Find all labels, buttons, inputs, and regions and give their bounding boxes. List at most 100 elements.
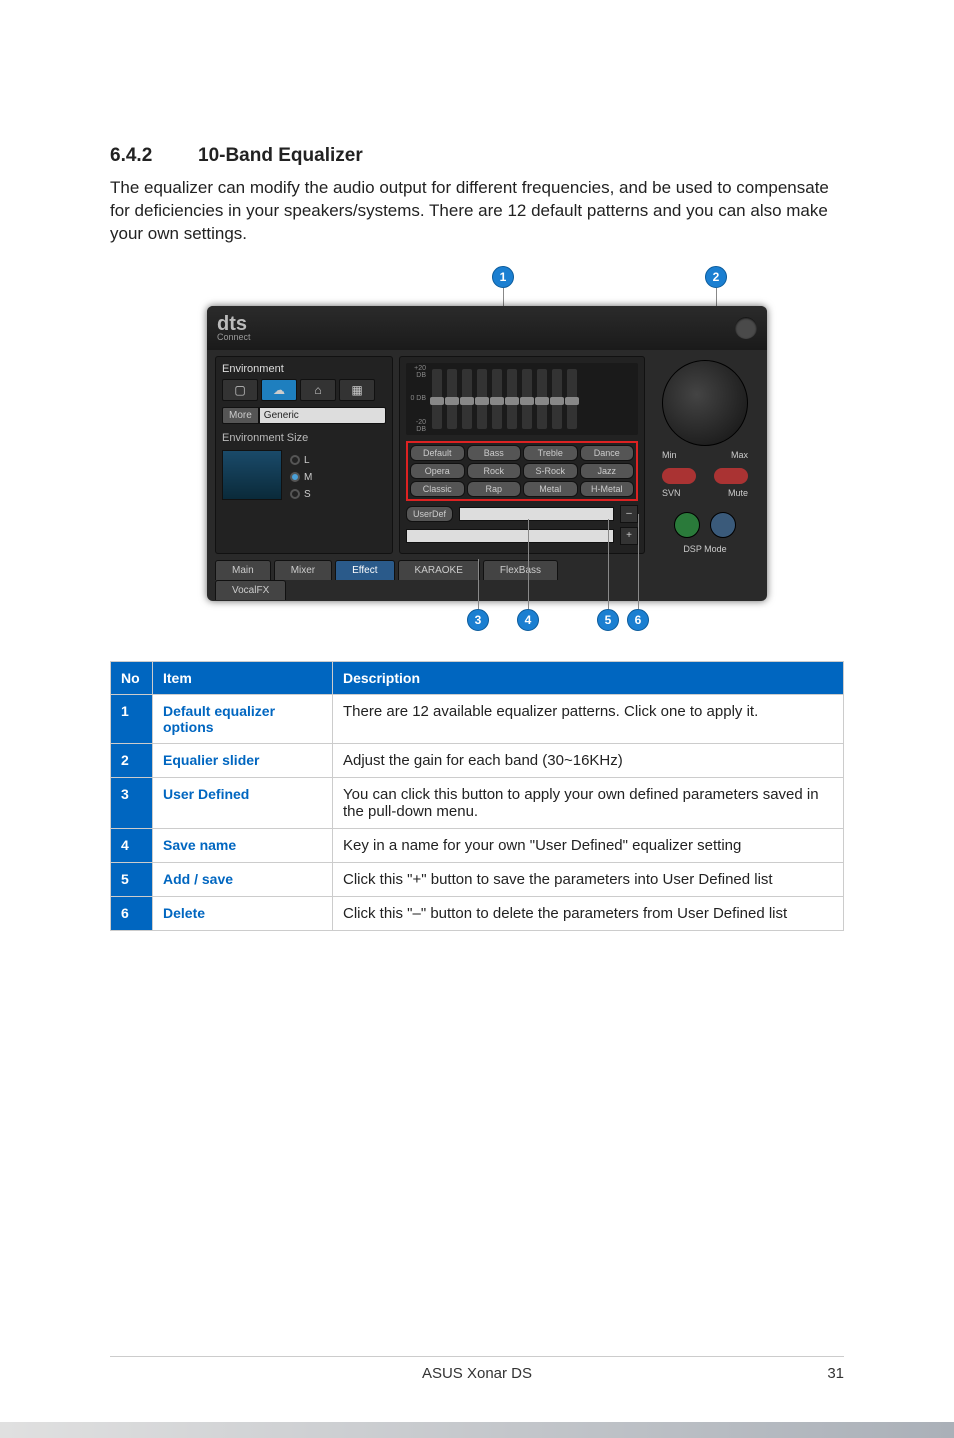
table-row: 5 Add / save Click this "+" button to sa… xyxy=(111,862,844,896)
dts-logo: dts Connect xyxy=(217,315,251,341)
eq-band-slider[interactable] xyxy=(567,369,577,429)
dts-logo-text: dts xyxy=(217,315,251,333)
preset-button[interactable]: Bass xyxy=(467,445,522,461)
dts-logo-sub: Connect xyxy=(217,333,251,341)
callout-leader xyxy=(528,519,529,609)
cell-desc: There are 12 available equalizer pattern… xyxy=(333,694,844,743)
cell-desc: Adjust the gain for each band (30~16KHz) xyxy=(333,743,844,777)
cell-item: Add / save xyxy=(153,862,333,896)
preset-button[interactable]: Rock xyxy=(467,463,522,479)
tab-mixer[interactable]: Mixer xyxy=(274,560,332,580)
svn-toggle[interactable] xyxy=(662,468,696,484)
callout-marker-4: 4 xyxy=(517,609,539,631)
cell-desc: Click this "–" button to delete the para… xyxy=(333,896,844,930)
cell-no: 2 xyxy=(111,743,153,777)
preset-button[interactable]: Jazz xyxy=(580,463,635,479)
svn-label: SVN xyxy=(662,488,681,498)
tab-vocalfx[interactable]: VocalFX xyxy=(215,580,286,600)
callout-leader xyxy=(503,288,504,308)
tab-main[interactable]: Main xyxy=(215,560,271,580)
table-row: 2 Equalier slider Adjust the gain for ea… xyxy=(111,743,844,777)
eq-band-slider[interactable] xyxy=(477,369,487,429)
eq-band-slider[interactable] xyxy=(522,369,532,429)
preset-button[interactable]: Default xyxy=(410,445,465,461)
bottom-gradient xyxy=(0,1422,954,1438)
section-title: 10-Band Equalizer xyxy=(198,145,363,166)
th-no: No xyxy=(111,661,153,694)
eq-band-slider[interactable] xyxy=(552,369,562,429)
callout-marker-1: 1 xyxy=(492,266,514,288)
eq-band-slider[interactable] xyxy=(462,369,472,429)
callout-leader xyxy=(638,514,639,609)
eq-db-label: 0 DB xyxy=(406,395,426,402)
eq-db-label: -20 DB xyxy=(406,419,426,433)
env-preset-icon[interactable]: ☁ xyxy=(261,379,297,401)
callout-marker-2: 2 xyxy=(705,266,727,288)
cell-item: Save name xyxy=(153,828,333,862)
tab-flexbass[interactable]: FlexBass xyxy=(483,560,558,580)
delete-button[interactable]: – xyxy=(620,505,638,523)
save-name-input[interactable] xyxy=(406,529,614,543)
intro-paragraph: The equalizer can modify the audio outpu… xyxy=(110,177,844,246)
dsp-mode-label: DSP Mode xyxy=(683,544,726,554)
callout-leader xyxy=(478,559,479,609)
environment-panel: Environment ▢ ☁ ⌂ ▦ More Generic Environ… xyxy=(215,356,393,554)
environment-size-label: Environment Size xyxy=(222,432,386,444)
eq-band-slider[interactable] xyxy=(492,369,502,429)
environment-size-visual xyxy=(222,450,282,500)
eq-band-slider[interactable] xyxy=(447,369,457,429)
size-radio-s[interactable]: S xyxy=(290,489,312,500)
th-desc: Description xyxy=(333,661,844,694)
preset-button[interactable]: H-Metal xyxy=(580,481,635,497)
footer: ASUS Xonar DS xyxy=(110,1356,844,1382)
preset-button[interactable]: Classic xyxy=(410,481,465,497)
size-radio-m[interactable]: M xyxy=(290,472,312,483)
environment-select[interactable]: Generic xyxy=(259,407,386,424)
mute-toggle[interactable] xyxy=(714,468,748,484)
vol-min-label: Min xyxy=(662,450,677,460)
size-radio-l[interactable]: L xyxy=(290,455,312,466)
equalizer-slider-bank: +20 DB 0 DB -20 DB xyxy=(406,363,638,435)
audio-center-window: dts Connect Environment ▢ ☁ ⌂ ▦ More xyxy=(207,306,767,601)
dsp-mode-button[interactable] xyxy=(674,512,700,538)
preset-button[interactable]: Opera xyxy=(410,463,465,479)
userdef-select[interactable] xyxy=(459,507,614,521)
screenshot-figure: 1 2 dts Connect Environment ▢ ☁ ⌂ xyxy=(177,266,777,631)
cell-no: 3 xyxy=(111,777,153,828)
eq-band-slider[interactable] xyxy=(537,369,547,429)
env-preset-icon[interactable]: ▢ xyxy=(222,379,258,401)
eq-db-label: +20 DB xyxy=(406,365,426,379)
add-save-button[interactable]: + xyxy=(620,527,638,545)
preset-button[interactable]: Dance xyxy=(580,445,635,461)
preset-button[interactable]: S-Rock xyxy=(523,463,578,479)
callout-marker-3: 3 xyxy=(467,609,489,631)
close-icon[interactable] xyxy=(735,317,757,339)
callout-marker-5: 5 xyxy=(597,609,619,631)
cell-desc: Key in a name for your own "User Defined… xyxy=(333,828,844,862)
preset-button[interactable]: Metal xyxy=(523,481,578,497)
footer-product: ASUS Xonar DS xyxy=(422,1365,532,1382)
table-row: 3 User Defined You can click this button… xyxy=(111,777,844,828)
env-preset-icon[interactable]: ⌂ xyxy=(300,379,336,401)
dsp-mode-button[interactable] xyxy=(710,512,736,538)
cell-item: Delete xyxy=(153,896,333,930)
more-button[interactable]: More xyxy=(222,407,259,424)
table-row: 4 Save name Key in a name for your own "… xyxy=(111,828,844,862)
eq-band-slider[interactable] xyxy=(432,369,442,429)
volume-dial[interactable] xyxy=(662,360,748,446)
section-heading: 6.4.210-Band Equalizer xyxy=(110,145,844,167)
callout-leader xyxy=(608,519,609,609)
env-preset-icon[interactable]: ▦ xyxy=(339,379,375,401)
preset-grid: Default Bass Treble Dance Opera Rock S-R… xyxy=(406,441,638,501)
cell-item: Equalier slider xyxy=(153,743,333,777)
th-item: Item xyxy=(153,661,333,694)
tab-karaoke[interactable]: KARAOKE xyxy=(398,560,480,580)
preset-button[interactable]: Treble xyxy=(523,445,578,461)
tab-effect[interactable]: Effect xyxy=(335,560,394,580)
eq-band-slider[interactable] xyxy=(507,369,517,429)
mute-label: Mute xyxy=(728,488,748,498)
section-number: 6.4.2 xyxy=(110,145,198,167)
preset-button[interactable]: Rap xyxy=(467,481,522,497)
cell-item: Default equalizer options xyxy=(153,694,333,743)
userdef-button[interactable]: UserDef xyxy=(406,506,453,522)
